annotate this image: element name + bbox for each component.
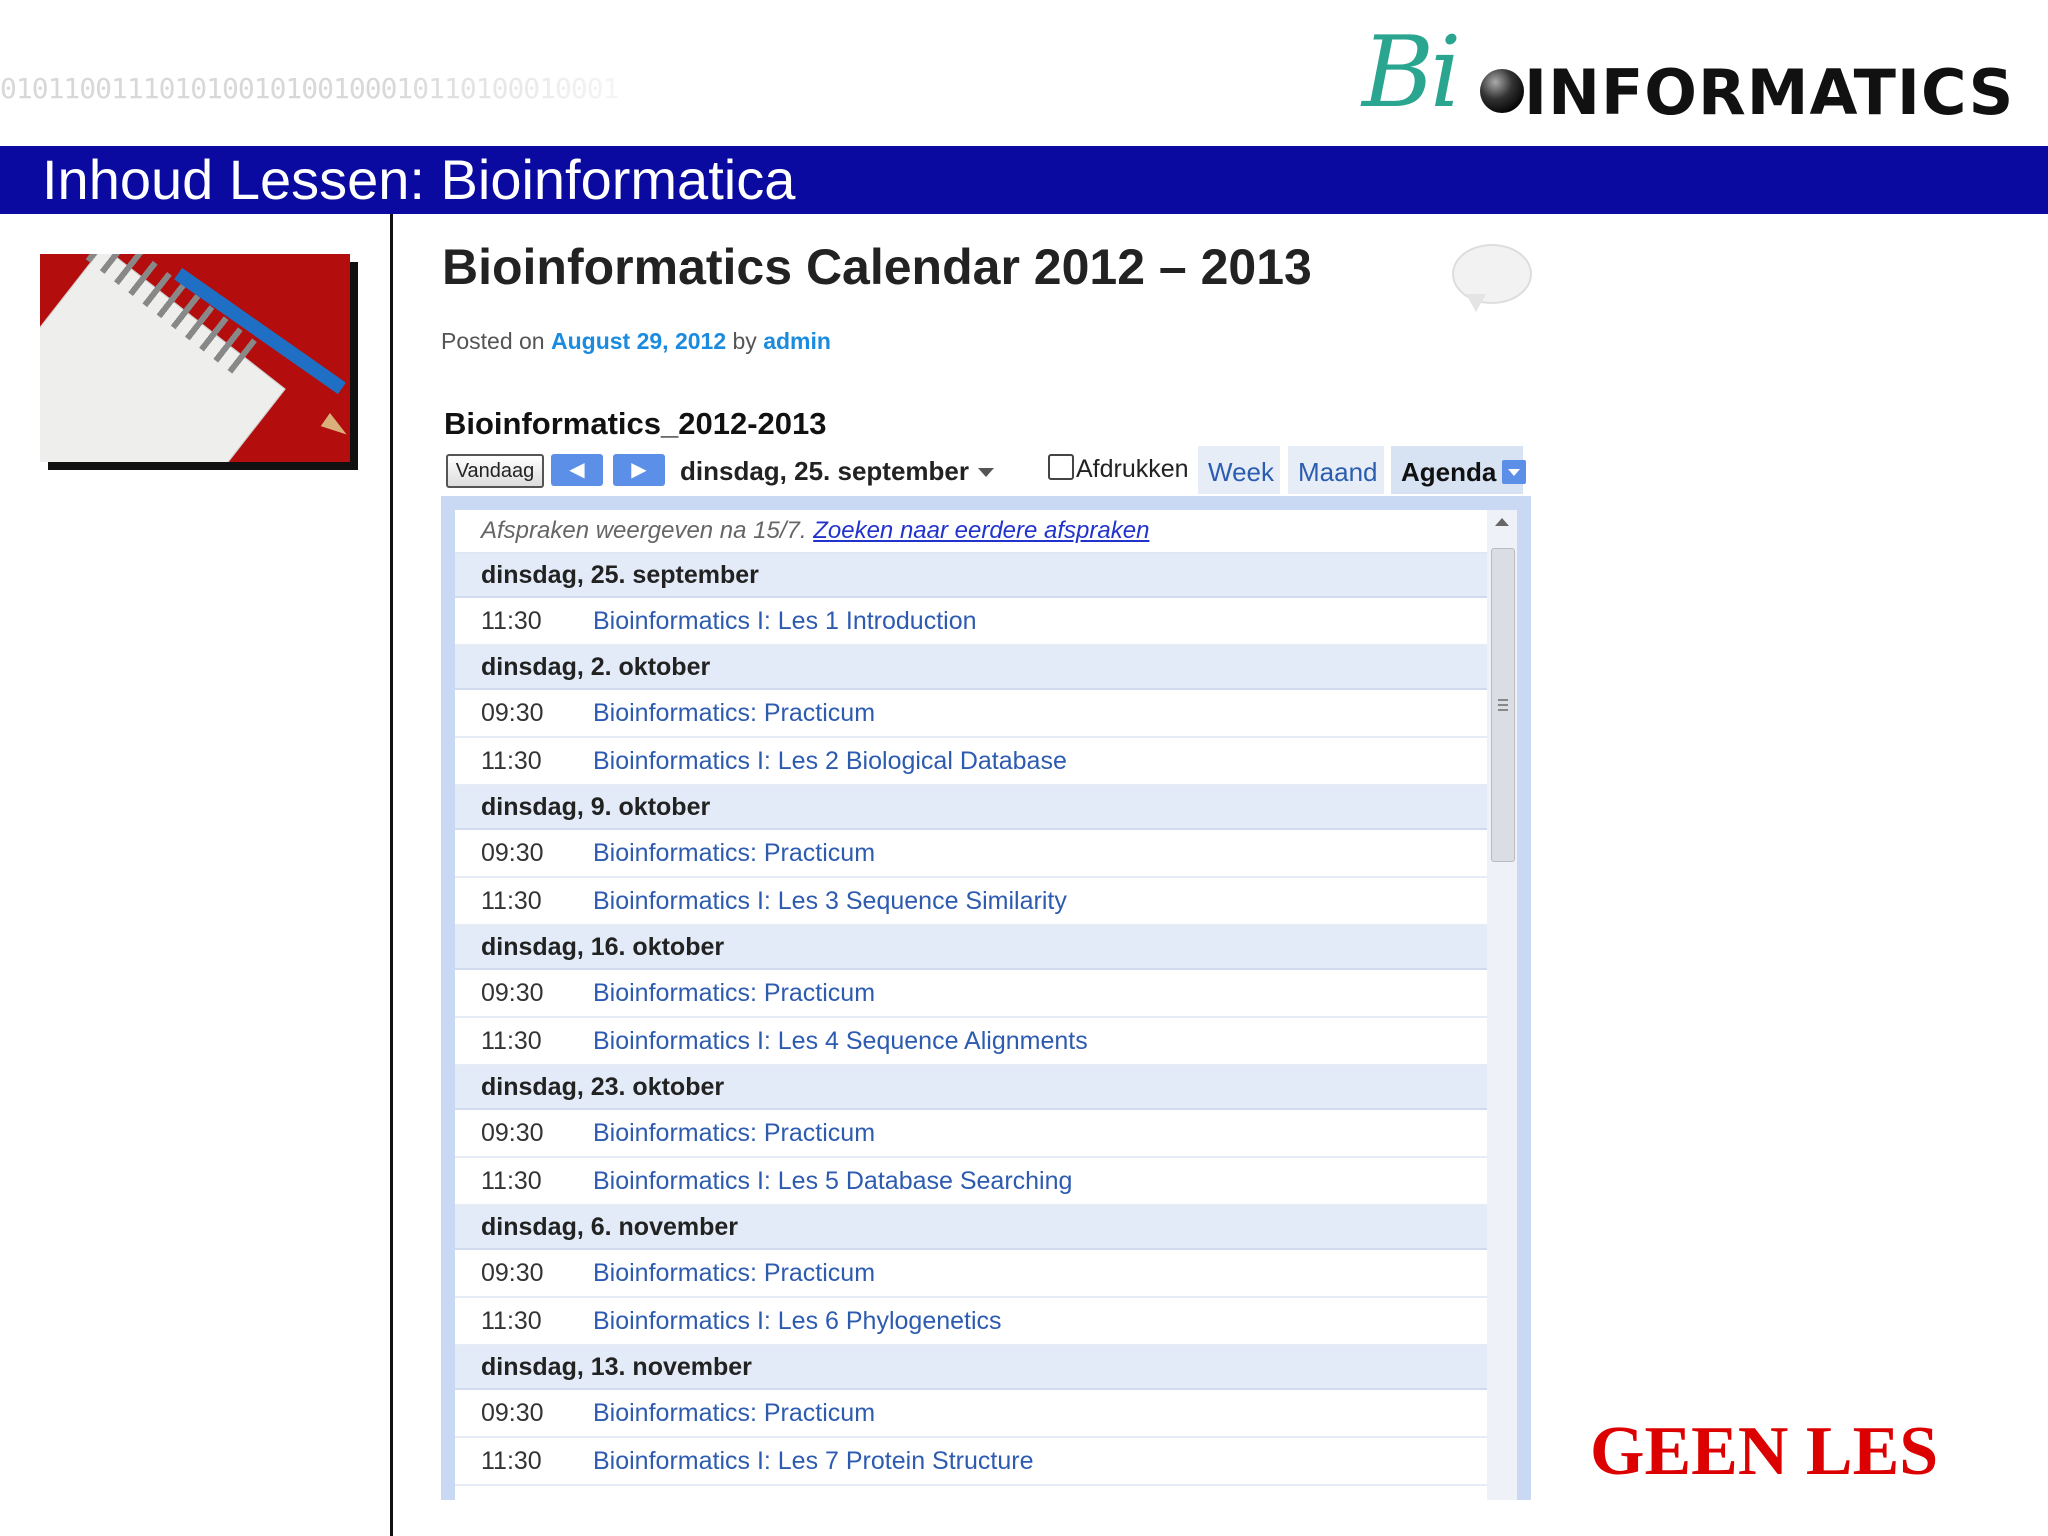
current-date[interactable]: dinsdag, 25. september [680, 456, 969, 487]
date-dropdown-icon[interactable] [978, 468, 994, 477]
scrollbar-grip-icon [1498, 699, 1508, 711]
event-title-link[interactable]: Bioinformatics I: Les 4 Sequence Alignme… [593, 1027, 1088, 1055]
agenda-day-header: dinsdag, 16. oktober [455, 926, 1487, 970]
event-title-link[interactable]: Bioinformatics I: Les 5 Database Searchi… [593, 1167, 1072, 1195]
event-title-link[interactable]: Bioinformatics: Practicum [593, 979, 875, 1007]
event-title-link[interactable]: Bioinformatics: Practicum [593, 1399, 875, 1427]
notebook-pencil-image [40, 254, 350, 462]
printer-icon [1048, 454, 1074, 480]
search-earlier-link[interactable]: Zoeken naar eerdere afspraken [813, 517, 1149, 544]
agenda-day-header: dinsdag, 13. november [455, 1346, 1487, 1390]
event-title-link[interactable]: Bioinformatics: Practicum [593, 839, 875, 867]
agenda-event-row[interactable]: 09:30 Bioinformatics: Practicum [455, 1250, 1487, 1298]
tab-month[interactable]: Maand [1288, 446, 1384, 494]
agenda-day-header: dinsdag, 9. oktober [455, 786, 1487, 830]
agenda-event-row[interactable]: 11:30 Bioinformatics I: Les 4 Sequence Al… [455, 1018, 1487, 1066]
agenda-event-row[interactable]: 11:30 Bioinformatics I: Les 7 Protein Str… [455, 1438, 1487, 1486]
agenda-list: Afspraken weergeven na 15/7. Zoeken naar… [455, 510, 1487, 1500]
event-time: 11:30 [481, 1447, 542, 1475]
event-title-link[interactable]: Bioinformatics: Practicum [593, 1259, 875, 1287]
event-time: 11:30 [481, 1307, 542, 1335]
by-label: by [732, 328, 757, 354]
agenda-event-row[interactable]: 09:30 Bioinformatics: Practicum [455, 690, 1487, 738]
author-link[interactable]: admin [763, 328, 831, 354]
event-time: 09:30 [481, 839, 544, 867]
comment-bubble-icon[interactable] [1452, 244, 1532, 304]
agenda-event-row[interactable]: 11:30 Bioinformatics I: Les 1 Introductio… [455, 598, 1487, 646]
slide-title-bar: Inhoud Lessen: Bioinformatica [0, 146, 2048, 214]
event-time: 11:30 [481, 1167, 542, 1195]
event-time: 11:30 [481, 887, 542, 915]
event-time: 11:30 [481, 747, 542, 775]
prev-arrow-button[interactable]: ◀ [551, 454, 603, 486]
binary-line: 010110011101010010100100010110100010001 [0, 72, 619, 105]
pencil-tip [320, 412, 350, 442]
event-title-link[interactable]: Bioinformatics I: Les 6 Phylogenetics [593, 1307, 1002, 1335]
agenda-day-header: dinsdag, 23. oktober [455, 1066, 1487, 1110]
next-arrow-button[interactable]: ▶ [613, 454, 665, 486]
agenda-event-row[interactable]: 11:30 Bioinformatics I: Les 5 Database Se… [455, 1158, 1487, 1206]
event-title-link[interactable]: Bioinformatics I: Les 1 Introduction [593, 607, 977, 635]
comment-bubble-tail [1466, 294, 1486, 312]
logo-bi-text: Bi [1362, 16, 1461, 130]
agenda-event-row[interactable]: 09:30 Bioinformatics: Practicum [455, 1390, 1487, 1438]
agenda-event-row[interactable]: 09:30 Bioinformatics: Practicum [455, 970, 1487, 1018]
event-title-link[interactable]: Bioinformatics: Practicum [593, 1119, 875, 1147]
tab-menu-dropdown-icon[interactable] [1502, 460, 1526, 484]
event-time: 09:30 [481, 979, 544, 1007]
scrollbar-thumb[interactable] [1491, 548, 1515, 862]
event-time: 11:30 [481, 607, 542, 635]
binary-background-text: 010110011101010010100100010110100010001 … [0, 6, 700, 140]
today-button[interactable]: Vandaag [446, 454, 544, 488]
event-title-link[interactable]: Bioinformatics I: Les 3 Sequence Similar… [593, 887, 1067, 915]
agenda-day-header: dinsdag, 25. september [455, 554, 1487, 598]
event-time: 09:30 [481, 1119, 544, 1147]
notice-text: Afspraken weergeven na 15/7. [481, 517, 807, 544]
post-date-link[interactable]: August 29, 2012 [551, 328, 726, 354]
event-title-link[interactable]: Bioinformatics I: Les 2 Biological Datab… [593, 747, 1067, 775]
calendar-title: Bioinformatics_2012-2013 [444, 406, 827, 441]
agenda-event-row[interactable]: 11:30 Bioinformatics I: Les 6 Phylogeneti… [455, 1298, 1487, 1346]
print-button[interactable]: Afdrukken [1048, 454, 1189, 484]
event-time: 09:30 [481, 699, 544, 727]
bioinformatics-logo: Bi INFORMATICS [1362, 16, 2022, 130]
logo-informatics-text: INFORMATICS [1524, 56, 2015, 129]
post-title[interactable]: Bioinformatics Calendar 2012 – 2013 [442, 238, 1312, 296]
agenda-event-row[interactable]: 11:30 Bioinformatics I: Les 3 Sequence Si… [455, 878, 1487, 926]
tab-week[interactable]: Week [1198, 446, 1280, 494]
event-time: 09:30 [481, 1399, 544, 1427]
agenda-notice: Afspraken weergeven na 15/7. Zoeken naar… [455, 510, 1487, 554]
agenda-scrollbar[interactable] [1487, 510, 1517, 1500]
print-label: Afdrukken [1076, 455, 1189, 483]
scroll-up-arrow-icon[interactable] [1495, 518, 1509, 526]
geen-les-annotation: GEEN LES [1590, 1413, 1939, 1490]
agenda-day-header: dinsdag, 2. oktober [455, 646, 1487, 690]
vertical-divider [390, 214, 393, 1536]
event-time: 11:30 [481, 1027, 542, 1055]
post-meta: Posted on August 29, 2012 by admin [441, 328, 831, 355]
agenda-panel: Afspraken weergeven na 15/7. Zoeken naar… [441, 496, 1531, 1500]
slide-title: Inhoud Lessen: Bioinformatica [42, 148, 796, 211]
posted-on-label: Posted on [441, 328, 545, 354]
agenda-day-header: dinsdag, 6. november [455, 1206, 1487, 1250]
agenda-event-row[interactable]: 09:30 Bioinformatics: Practicum [455, 830, 1487, 878]
event-title-link[interactable]: Bioinformatics I: Les 7 Protein Structur… [593, 1447, 1033, 1475]
agenda-event-row[interactable]: 11:30 Bioinformatics I: Les 2 Biological … [455, 738, 1487, 786]
event-time: 09:30 [481, 1259, 544, 1287]
agenda-event-row[interactable]: 09:30 Bioinformatics: Practicum [455, 1110, 1487, 1158]
logo-ball-icon [1480, 69, 1524, 113]
event-title-link[interactable]: Bioinformatics: Practicum [593, 699, 875, 727]
